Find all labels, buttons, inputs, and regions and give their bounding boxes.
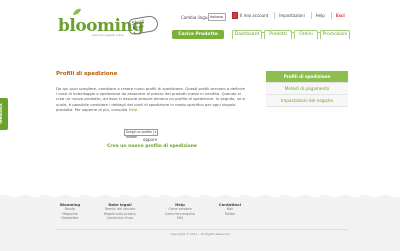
footer-link[interactable]: FAQ [155, 216, 205, 221]
create-profile-link[interactable]: Crea un nuovo profilo di spedizione [107, 144, 197, 149]
logo[interactable]: blooming crea il tuo negozio online [58, 8, 144, 38]
exit-link[interactable]: Esci [336, 13, 345, 18]
side-item-payment-methods[interactable]: Metodi di pagamento [266, 83, 348, 95]
tab-dashboard[interactable]: Dashboard [232, 30, 262, 39]
page-title: Profili di spedizione [56, 71, 118, 77]
footer-link[interactable]: Condizioni d'uso [95, 216, 145, 221]
divider [56, 229, 348, 230]
top-links: Il mio account Impostazioni Help Esci [232, 12, 351, 19]
footer-col-blooming: Blooming Novità Magazine Newsletter [45, 202, 95, 221]
help-inline-link[interactable]: Help. [129, 107, 139, 112]
upload-product-button[interactable]: Carica Prodotto [172, 30, 224, 39]
footer-link[interactable]: Newsletter [45, 216, 95, 221]
footer-link[interactable]: Twitter [205, 212, 255, 217]
language-label: Cambia lingua [181, 15, 210, 20]
side-menu: Profili di spedizione Metodi di pagament… [266, 71, 348, 107]
divider [310, 12, 312, 19]
account-icon [232, 12, 238, 19]
side-item-shop-settings[interactable]: Impostazioni del negozio [266, 95, 348, 107]
feedback-tab[interactable]: feedback [0, 98, 8, 130]
help-link[interactable]: Help [316, 13, 325, 18]
language-select[interactable]: Italiano [208, 13, 226, 21]
or-text: oppure [143, 137, 158, 142]
footer-col-contact: Contattaci Mail Twitter [205, 202, 255, 216]
tab-promotions[interactable]: Promozioni [320, 30, 350, 39]
footer-col-legal: Note legali Termini del servizio Regole … [95, 202, 145, 221]
divider [330, 12, 332, 19]
feedback-label: feedback [0, 103, 3, 124]
divider [274, 12, 276, 19]
start-here-text: Start here [131, 18, 145, 32]
my-account-link[interactable]: Il mio account [240, 13, 268, 18]
tab-products[interactable]: Prodotti [264, 30, 292, 39]
footer-col-help: Help Come vendere Come fare acquisti FAQ [155, 202, 205, 221]
leaf-icon [73, 8, 81, 15]
shipping-profile-select[interactable]: Scegli un profilo esisten ▾ [124, 129, 158, 139]
description: Da qui puoi scegliere, cambiare o creare… [56, 86, 246, 112]
footer: Blooming Novità Magazine Newsletter Note… [0, 199, 400, 251]
side-item-shipping-profiles[interactable]: Profili di spedizione [266, 71, 348, 83]
description-text: Da qui puoi scegliere, cambiare o creare… [56, 86, 246, 112]
copyright: Copyright © 2011 - All Rights Reserved [170, 232, 230, 236]
header: blooming crea il tuo negozio online Star… [0, 0, 400, 44]
chevron-down-icon: ▾ [153, 130, 157, 135]
logo-tagline: crea il tuo negozio online [92, 34, 124, 37]
tab-orders[interactable]: Ordini [294, 30, 318, 39]
settings-link[interactable]: Impostazioni [279, 13, 304, 18]
